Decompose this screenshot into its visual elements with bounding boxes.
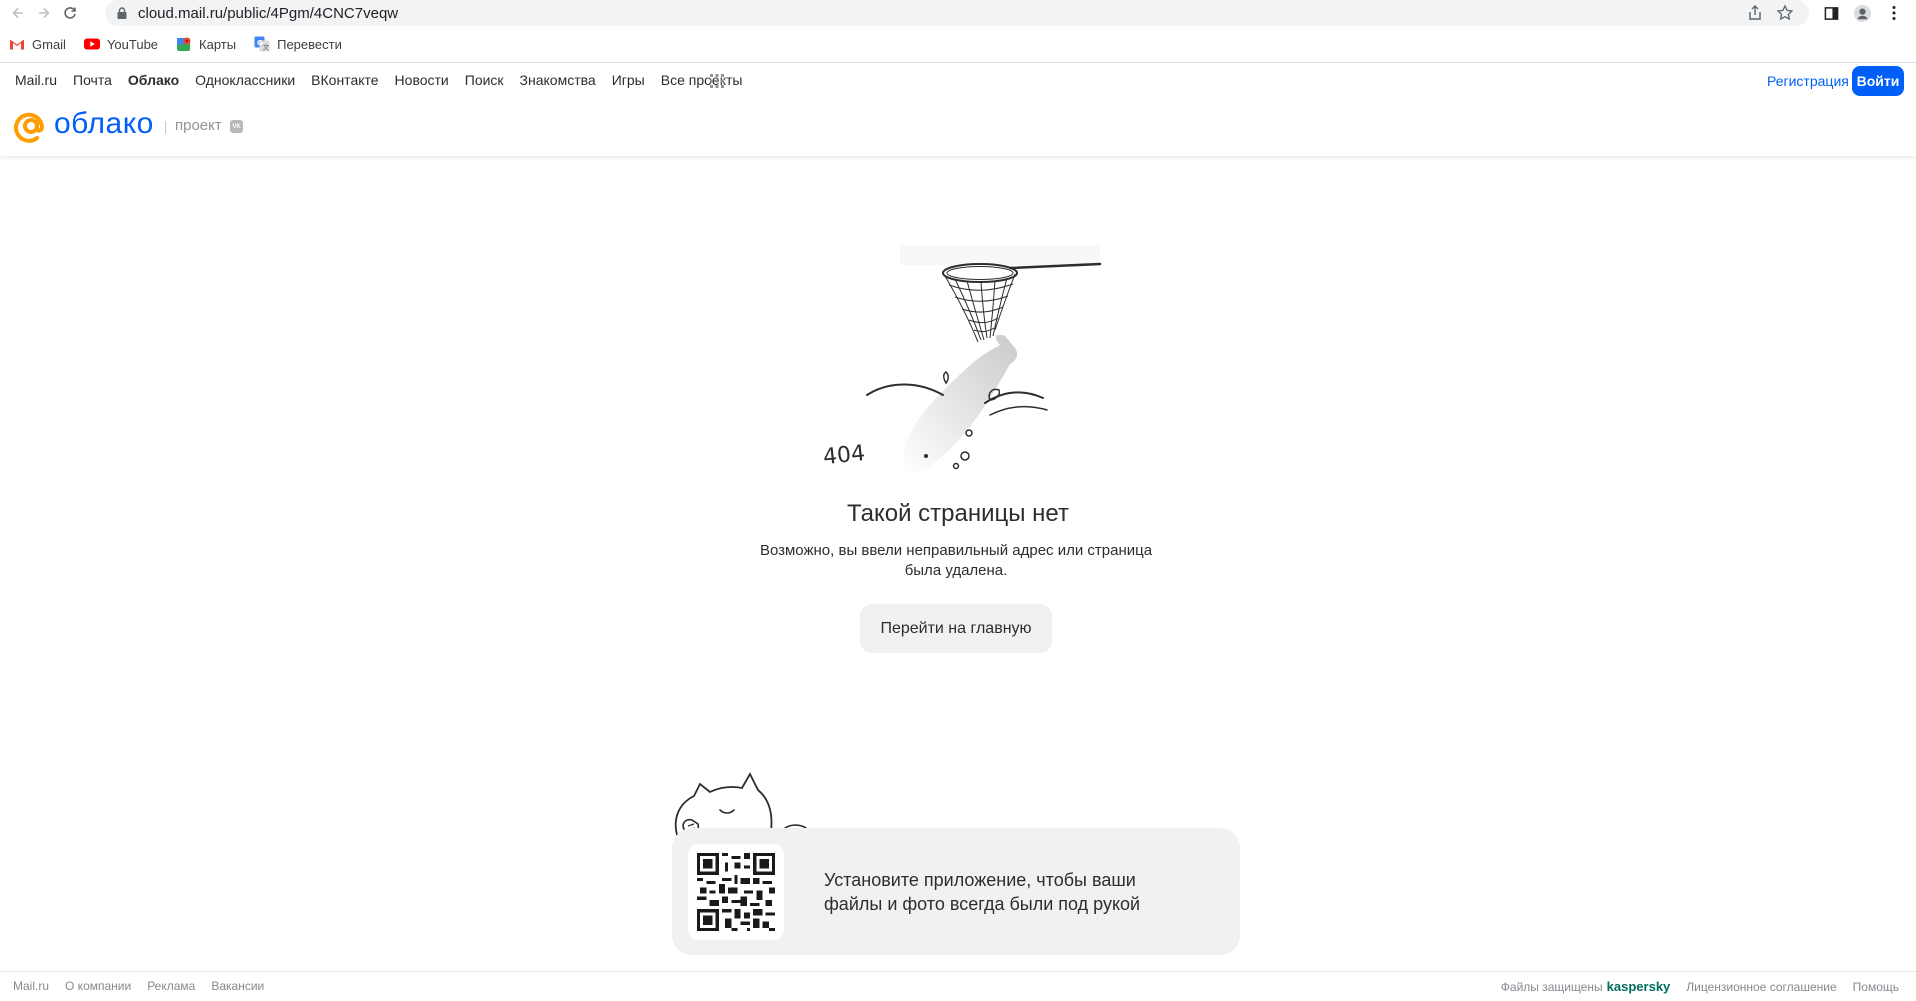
help-link[interactable]: Помощь (1853, 980, 1899, 994)
portal-links: Mail.ru Почта Облако Одноклассники ВКонт… (15, 72, 742, 88)
profile-avatar-icon[interactable] (1852, 3, 1872, 23)
footer-link-jobs[interactable]: Вакансии (211, 979, 264, 993)
go-home-button[interactable]: Перейти на главную (860, 604, 1052, 653)
qr-code-icon (697, 853, 775, 931)
svg-text:文: 文 (263, 43, 270, 52)
error-title: Такой страницы нет (847, 500, 1069, 527)
bookmark-translate[interactable]: G文 Перевести (254, 36, 342, 52)
apps-grid-icon[interactable] (710, 74, 724, 88)
bookmark-youtube[interactable]: YouTube (83, 36, 159, 52)
portal-link-search[interactable]: Поиск (465, 72, 504, 88)
cloud-logo-text[interactable]: облако (54, 107, 154, 141)
bookmark-label: Перевести (277, 36, 342, 52)
bookmark-label: YouTube (106, 36, 159, 52)
side-panel-icon[interactable] (1821, 3, 1841, 23)
bookmark-label: Gmail (32, 36, 66, 52)
login-button[interactable]: Войти (1852, 66, 1904, 96)
bookmark-label: Карты (199, 36, 237, 52)
address-bar[interactable]: cloud.mail.ru/public/4Pgm/4CNC7veqw (105, 0, 1809, 26)
bookmark-maps[interactable]: Карты (176, 36, 236, 52)
bookmark-gmail[interactable]: Gmail (9, 36, 66, 52)
cloud-header: облако проект VK (0, 99, 1916, 156)
portal-link-all-projects[interactable]: Все проекты (661, 72, 743, 88)
kaspersky-logo[interactable]: kaspersky (1607, 979, 1671, 994)
url-text: cloud.mail.ru/public/4Pgm/4CNC7veqw (138, 5, 399, 22)
app-promo-card: Установите приложение, чтобы ваши файлы … (672, 828, 1240, 955)
portal-link-dating[interactable]: Знакомства (520, 72, 596, 88)
browser-menu-icon[interactable] (1884, 3, 1904, 23)
footer-link-mailru[interactable]: Mail.ru (13, 979, 49, 993)
bookmarks-bar: Gmail YouTube Карты G文 Перевести (0, 31, 1916, 57)
footer-link-about[interactable]: О компании (65, 979, 131, 993)
files-protected-label: Файлы защищены (1500, 979, 1603, 994)
gmail-icon (9, 36, 25, 52)
portal-link-ok[interactable]: Одноклассники (195, 72, 295, 88)
portal-link-mailru[interactable]: Mail.ru (15, 72, 57, 88)
footer-divider (0, 971, 1916, 972)
license-link[interactable]: Лицензионное соглашение (1686, 980, 1836, 994)
register-link[interactable]: Регистрация (1767, 73, 1849, 89)
portal-menu: Mail.ru Почта Облако Одноклассники ВКонт… (0, 63, 1916, 99)
footer-links: Mail.ru О компании Реклама Вакансии (13, 979, 264, 993)
promo-text: Установите приложение, чтобы ваши файлы … (824, 870, 1141, 914)
translate-icon: G文 (254, 36, 270, 52)
maps-icon (176, 36, 192, 52)
project-label: проект (175, 117, 222, 134)
footer-link-ads[interactable]: Реклама (147, 979, 195, 993)
back-arrow-icon[interactable] (7, 2, 29, 24)
vk-badge-icon: VK (230, 120, 243, 133)
share-icon[interactable] (1746, 4, 1764, 22)
browser-address-row: cloud.mail.ru/public/4Pgm/4CNC7veqw (0, 0, 1916, 26)
portal-link-cloud[interactable]: Облако (128, 72, 179, 88)
logo-separator (165, 121, 166, 134)
youtube-icon (83, 36, 100, 52)
portal-link-mail[interactable]: Почта (73, 72, 112, 88)
portal-link-news[interactable]: Новости (395, 72, 449, 88)
qr-code[interactable] (688, 844, 784, 940)
reload-icon[interactable] (59, 2, 81, 24)
portal-link-games[interactable]: Игры (612, 72, 645, 88)
fish-net-illustration: 404 (822, 245, 1102, 474)
mail-at-logo-icon[interactable] (14, 109, 48, 143)
error-code-label: 404 (822, 441, 866, 470)
portal-link-vk[interactable]: ВКонтакте (311, 72, 378, 88)
footer-right: Файлы защищены kaspersky Лицензионное со… (1501, 979, 1899, 994)
error-description: Возможно, вы ввели неправильный адрес ил… (759, 542, 1153, 579)
bookmark-star-icon[interactable] (1776, 4, 1794, 22)
forward-arrow-icon[interactable] (33, 2, 55, 24)
lock-icon (117, 7, 127, 19)
